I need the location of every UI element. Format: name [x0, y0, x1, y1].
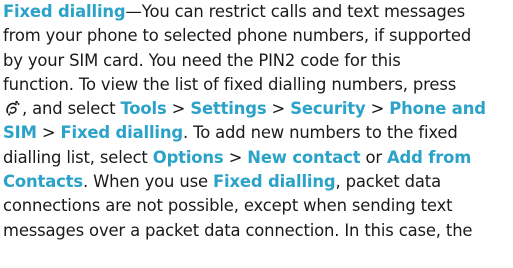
- body-text: dialling list, select: [3, 147, 153, 167]
- menu-path-term: Settings: [190, 99, 267, 119]
- menu-path-term: Options: [152, 147, 224, 167]
- body-text: >: [166, 99, 191, 119]
- body-text: . When you use: [82, 172, 213, 192]
- body-text: or: [360, 147, 387, 167]
- text-line: messages over a packet data connection. …: [3, 219, 513, 243]
- body-text: connections are not possible, except whe…: [3, 196, 453, 216]
- menu-path-term: Fixed dialling: [3, 2, 126, 21]
- menu-path-term: Fixed dialling: [60, 123, 183, 143]
- menu-path-term: New contact: [247, 147, 361, 167]
- body-text: messages over a packet data connection. …: [3, 220, 473, 240]
- body-text: . To add new numbers to the fixed: [183, 123, 458, 143]
- text-line: by your SIM card. You need the PIN2 code…: [3, 49, 513, 73]
- body-text: >: [36, 123, 61, 143]
- text-line: connections are not possible, except whe…: [3, 194, 513, 218]
- text-line: Fixed dialling—You can restrict calls an…: [3, 0, 513, 24]
- body-text: , and select: [22, 99, 121, 119]
- menu-path-term: Contacts: [3, 172, 83, 192]
- menu-path-term: Add from: [386, 147, 472, 167]
- body-text: >: [266, 99, 291, 119]
- text-line: Contacts. When you use Fixed dialling, p…: [3, 170, 513, 194]
- body-text: from your phone to selected phone number…: [3, 26, 472, 46]
- menu-key-icon: [3, 99, 21, 117]
- document-paragraph: Fixed dialling—You can restrict calls an…: [3, 0, 513, 243]
- text-line: SIM > Fixed dialling. To add new numbers…: [3, 121, 513, 145]
- body-text: by your SIM card. You need the PIN2 code…: [3, 50, 401, 70]
- body-text: >: [223, 147, 248, 167]
- menu-path-term: SIM: [3, 123, 37, 143]
- body-text: , packet data: [335, 172, 441, 192]
- menu-path-term: Tools: [120, 99, 167, 119]
- menu-path-term: Phone and: [389, 99, 486, 119]
- text-line: from your phone to selected phone number…: [3, 24, 513, 48]
- menu-path-term: Fixed dialling: [212, 172, 336, 192]
- text-line: , and select Tools > Settings > Security…: [3, 97, 513, 121]
- menu-path-term: Security: [290, 99, 366, 119]
- body-text: >: [365, 99, 390, 119]
- text-line: function. To view the list of fixed dial…: [3, 73, 513, 97]
- body-text: —You can restrict calls and text message…: [125, 2, 466, 21]
- body-text: function. To view the list of fixed dial…: [3, 74, 457, 94]
- text-line: dialling list, select Options > New cont…: [3, 146, 513, 170]
